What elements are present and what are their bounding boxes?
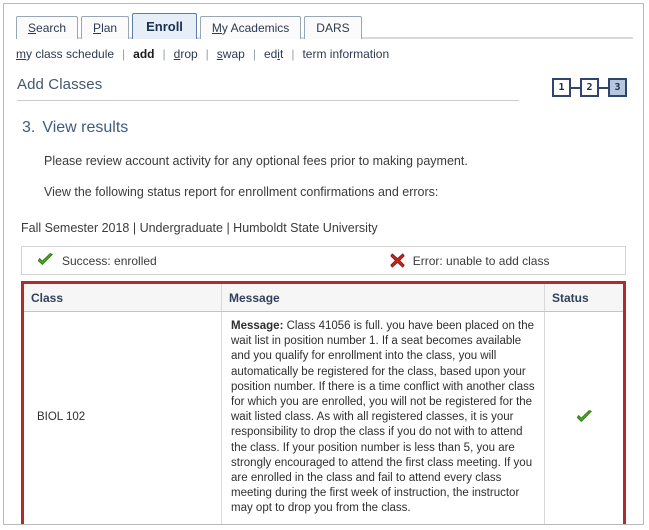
intro-line-payment: Please review account activity for any o… (44, 154, 468, 168)
subnav-item-add[interactable]: add (133, 47, 154, 61)
subnav-separator: | (162, 46, 166, 61)
legend-success: Success: enrolled (37, 253, 157, 268)
table-header-row: Class Message Status (24, 284, 623, 312)
column-header-message: Message (221, 284, 545, 312)
green-check-icon (552, 409, 616, 425)
tab-enroll[interactable]: Enroll (132, 13, 197, 39)
subnav-separator: | (122, 46, 126, 61)
subnav-separator: | (291, 46, 295, 61)
cell-class-name: BIOL 102 (24, 311, 222, 524)
results-table-container: Class Message Status BIOL 102 Message: C… (21, 281, 626, 524)
tab-plan[interactable]: Plan (81, 16, 130, 39)
section-number: 3. (22, 119, 36, 136)
subnav-separator: | (252, 46, 256, 61)
cell-status (544, 311, 623, 524)
message-text: Class 41056 is full. you have been place… (231, 320, 535, 515)
subnav-item-term-information[interactable]: term information (302, 47, 389, 61)
main-tab-bar: Search Plan Enroll My Academics DARS (16, 13, 643, 39)
title-row: Add Classes 1 2 3 (17, 76, 629, 102)
green-check-icon (37, 253, 54, 268)
table-row: BIOL 102 Message: Class 41056 is full. y… (24, 311, 623, 524)
red-x-icon (390, 253, 405, 268)
step-connector (599, 86, 608, 89)
subnav-item-edit[interactable]: edit (264, 47, 283, 61)
legend-success-label: Success: enrolled (62, 253, 157, 268)
step-indicator: 1 2 3 (552, 78, 627, 97)
title-divider (17, 100, 519, 101)
term-career-institution: Fall Semester 2018 | Undergraduate | Hum… (21, 221, 378, 235)
page-title: Add Classes (17, 76, 103, 93)
step-indicator-3[interactable]: 3 (608, 78, 627, 97)
legend-error: Error: unable to add class (390, 253, 550, 268)
section-title: View results (42, 119, 129, 136)
message-label: Message: (231, 320, 284, 332)
cell-message: Message: Class 41056 is full. you have b… (221, 311, 545, 524)
intro-line-status-report: View the following status report for enr… (44, 185, 439, 199)
step-indicator-1[interactable]: 1 (552, 78, 571, 97)
status-legend: Success: enrolled Error: unable to add c… (21, 246, 626, 275)
column-header-status: Status (544, 284, 623, 312)
column-header-class: Class (24, 284, 222, 312)
subnav-item-swap[interactable]: swap (217, 47, 245, 61)
sub-navigation: my class schedule | add | drop | swap | … (16, 44, 643, 63)
step-connector (571, 86, 580, 89)
page-frame: Search Plan Enroll My Academics DARS my … (3, 3, 644, 525)
tab-search[interactable]: Search (16, 16, 79, 39)
tab-my-academics[interactable]: My Academics (199, 16, 302, 39)
subnav-separator: | (205, 46, 209, 61)
results-table: Class Message Status BIOL 102 Message: C… (24, 284, 623, 524)
step-indicator-2[interactable]: 2 (580, 78, 599, 97)
subnav-item-my-class-schedule[interactable]: my class schedule (16, 47, 114, 61)
legend-error-label: Error: unable to add class (412, 253, 550, 268)
section-heading: 3. View results (22, 119, 643, 137)
tab-dars[interactable]: DARS (304, 16, 362, 39)
subnav-item-drop[interactable]: drop (174, 47, 198, 61)
